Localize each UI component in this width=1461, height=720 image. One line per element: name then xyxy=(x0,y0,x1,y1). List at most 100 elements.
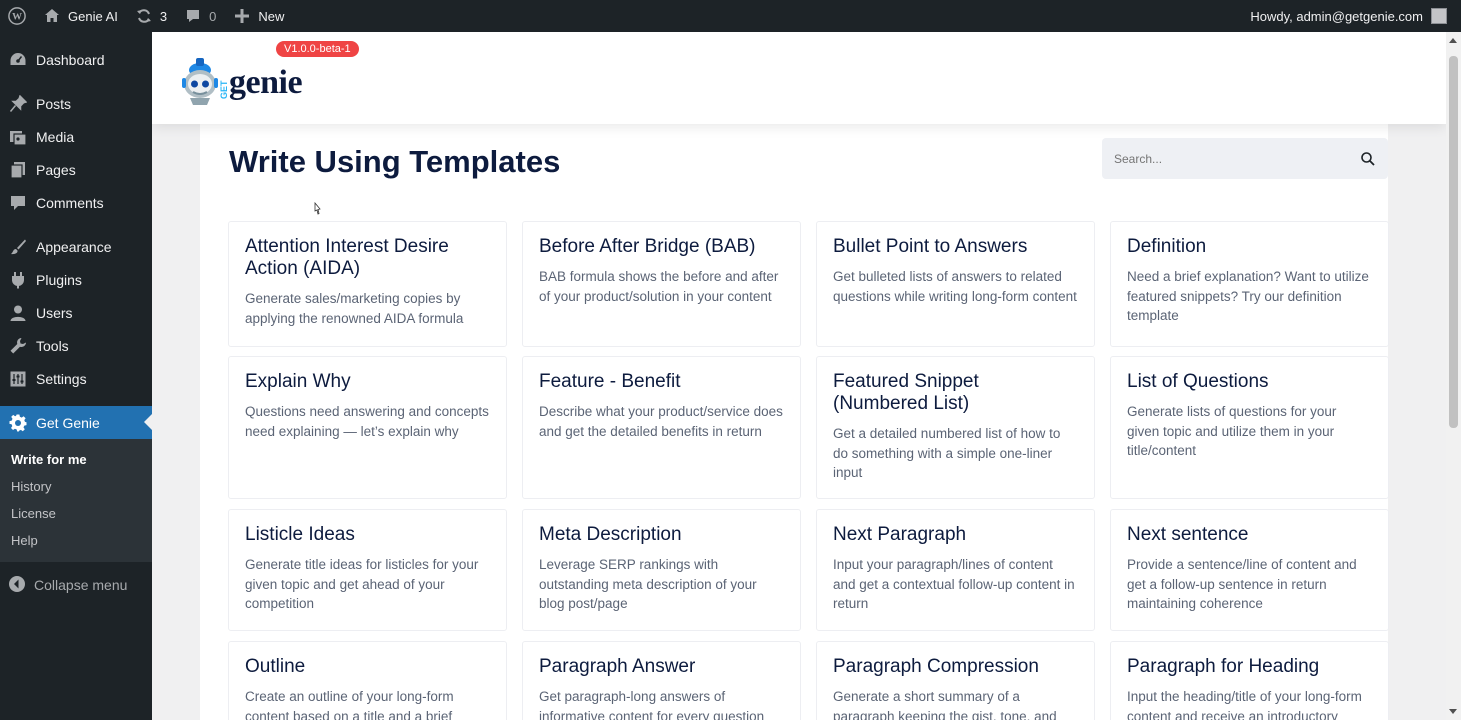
settings-icon xyxy=(8,369,28,389)
admin-sidebar: Dashboard Posts Media Pages Comments App… xyxy=(0,32,152,720)
template-card-title: Feature - Benefit xyxy=(539,371,681,392)
template-card-description: Need a brief explanation? Want to utiliz… xyxy=(1127,269,1369,323)
template-card-description: Get bulleted lists of answers to related… xyxy=(833,269,1077,304)
template-search[interactable] xyxy=(1102,138,1388,179)
site-name: Genie AI xyxy=(68,8,118,24)
plugin-icon xyxy=(8,270,28,290)
menu-dashboard[interactable]: Dashboard xyxy=(0,43,152,76)
wrench-icon xyxy=(8,336,28,356)
template-card-description: Generate title ideas for listicles for y… xyxy=(245,557,479,611)
pushpin-icon xyxy=(8,94,28,114)
template-card[interactable]: Feature - Benefit Describe what your prod… xyxy=(522,356,801,499)
template-card-description: Provide a sentence/line of content and g… xyxy=(1127,557,1357,611)
mouse-cursor-icon xyxy=(314,202,321,215)
comments-count: 0 xyxy=(209,8,217,24)
pages-icon xyxy=(8,160,28,180)
get-genie-submenu: Write for me History License Help xyxy=(0,439,152,562)
menu-media-label: Media xyxy=(36,128,75,145)
robot-mascot-icon xyxy=(182,58,218,105)
template-card[interactable]: Next Paragraph Input your paragraph/lines… xyxy=(816,509,1095,631)
template-card-description: Input the heading/title of your long-for… xyxy=(1127,689,1362,720)
menu-appearance-label: Appearance xyxy=(36,238,112,255)
template-card[interactable]: Meta Description Leverage SERP rankings w… xyxy=(522,509,801,631)
home-icon xyxy=(42,6,62,26)
template-card[interactable]: List of Questions Generate lists of quest… xyxy=(1110,356,1389,499)
menu-appearance[interactable]: Appearance xyxy=(0,230,152,263)
updates-count: 3 xyxy=(159,8,168,24)
template-card-title: Before After Bridge (BAB) xyxy=(539,236,756,257)
search-icon[interactable] xyxy=(1360,151,1376,167)
template-card-description: Generate sales/marketing copies by apply… xyxy=(245,291,464,326)
version-badge: V1.0.0-beta-1 xyxy=(276,41,359,57)
menu-pages[interactable]: Pages xyxy=(0,153,152,186)
submenu-license[interactable]: License xyxy=(0,500,152,527)
admin-bar: W Genie AI 3 0 New Howdy, admin@getgenie… xyxy=(0,0,1461,32)
template-card[interactable]: Listicle Ideas Generate title ideas for l… xyxy=(228,509,507,631)
template-card-title: Bullet Point to Answers xyxy=(833,236,1028,257)
collapse-arrow-icon xyxy=(8,575,26,596)
page-scrollbar[interactable] xyxy=(1446,32,1461,720)
template-card[interactable]: Attention Interest Desire Action (AIDA) G… xyxy=(228,221,507,347)
menu-plugins[interactable]: Plugins xyxy=(0,263,152,296)
template-card-description: Get paragraph-long answers of informativ… xyxy=(539,689,765,720)
site-name-link[interactable]: Genie AI xyxy=(34,0,126,32)
template-card-description: Generate lists of questions for your giv… xyxy=(1127,404,1337,458)
submenu-write-for-me[interactable]: Write for me xyxy=(0,446,152,473)
menu-posts-label: Posts xyxy=(36,95,72,112)
menu-settings[interactable]: Settings xyxy=(0,362,152,395)
menu-users[interactable]: Users xyxy=(0,296,152,329)
wordpress-icon: W xyxy=(8,7,26,25)
new-content-link[interactable]: New xyxy=(224,0,292,32)
template-card[interactable]: Bullet Point to Answers Get bulleted list… xyxy=(816,221,1095,347)
gear-icon xyxy=(8,413,28,433)
account-menu[interactable]: Howdy, admin@getgenie.com xyxy=(1242,0,1461,32)
menu-comments[interactable]: Comments xyxy=(0,186,152,219)
new-label: New xyxy=(258,8,285,24)
paintbrush-icon xyxy=(8,237,28,257)
comments-link[interactable]: 0 xyxy=(175,0,224,32)
menu-dashboard-label: Dashboard xyxy=(36,51,105,68)
menu-tools[interactable]: Tools xyxy=(0,329,152,362)
menu-media[interactable]: Media xyxy=(0,120,152,153)
template-card[interactable]: Featured Snippet (Numbered List) Get a de… xyxy=(816,356,1095,499)
menu-posts[interactable]: Posts xyxy=(0,87,152,120)
template-card-title: Next Paragraph xyxy=(833,524,967,545)
comment-icon xyxy=(183,6,203,26)
template-card-title: Paragraph Answer xyxy=(539,656,696,677)
template-card-title: Paragraph for Heading xyxy=(1127,656,1320,677)
template-card[interactable]: Explain Why Questions need answering and … xyxy=(228,356,507,499)
template-card-title: Paragraph Compression xyxy=(833,656,1039,677)
scroll-thumb[interactable] xyxy=(1449,56,1458,428)
template-card[interactable]: Definition Need a brief explanation? Want… xyxy=(1110,221,1389,347)
template-card[interactable]: Paragraph Compression Generate a short su… xyxy=(816,641,1095,720)
wordpress-logo-button[interactable]: W xyxy=(0,0,34,32)
template-card-description: Questions need answering and concepts ne… xyxy=(245,404,489,439)
menu-get-genie-label: Get Genie xyxy=(36,414,100,431)
template-card[interactable]: Next sentence Provide a sentence/line of … xyxy=(1110,509,1389,631)
template-card-title: Outline xyxy=(245,656,306,677)
template-card-title: Next sentence xyxy=(1127,524,1249,545)
submenu-history[interactable]: History xyxy=(0,473,152,500)
svg-text:W: W xyxy=(12,12,22,23)
comments-icon xyxy=(8,193,28,213)
scroll-up-arrow-icon[interactable] xyxy=(1449,38,1457,43)
template-card-description: Describe what your product/service does … xyxy=(539,404,783,439)
collapse-menu-button[interactable]: Collapse menu xyxy=(0,568,152,602)
search-input[interactable] xyxy=(1114,151,1360,166)
collapse-menu-label: Collapse menu xyxy=(34,577,128,593)
template-card[interactable]: Paragraph for Heading Input the heading/t… xyxy=(1110,641,1389,720)
updates-link[interactable]: 3 xyxy=(126,0,175,32)
menu-users-label: Users xyxy=(36,304,73,321)
template-card[interactable]: Outline Create an outline of your long-fo… xyxy=(228,641,507,720)
template-card-title: Featured Snippet (Numbered List) xyxy=(833,371,979,414)
template-card-title: Listicle Ideas xyxy=(245,524,355,545)
menu-get-genie[interactable]: Get Genie xyxy=(0,406,152,439)
scroll-down-arrow-icon[interactable] xyxy=(1449,709,1457,714)
genie-logo[interactable]: GET genie xyxy=(180,54,303,106)
dashboard-icon xyxy=(8,50,28,70)
menu-settings-label: Settings xyxy=(36,370,87,387)
template-card[interactable]: Paragraph Answer Get paragraph-long answe… xyxy=(522,641,801,720)
submenu-help[interactable]: Help xyxy=(0,527,152,554)
template-card[interactable]: Before After Bridge (BAB) BAB formula sho… xyxy=(522,221,801,347)
menu-tools-label: Tools xyxy=(36,337,69,354)
